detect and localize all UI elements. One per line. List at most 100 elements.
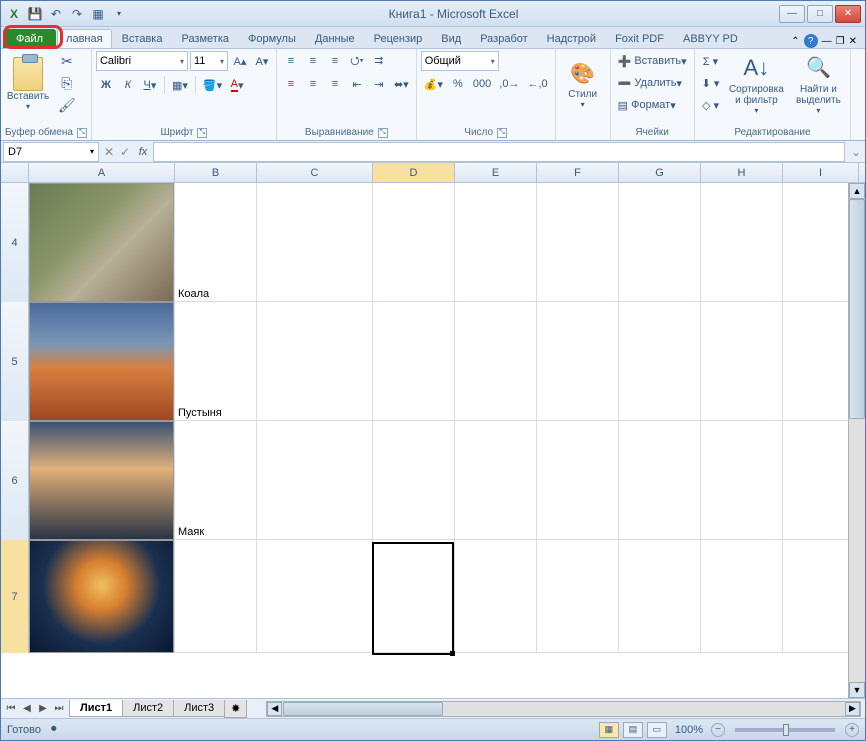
sheet-tab-3[interactable]: Лист3 [173,700,225,717]
row-header-4[interactable]: 4 [1,183,29,302]
tab-addins[interactable]: Надстрой [538,29,605,48]
close-button[interactable]: ✕ [835,5,861,23]
tab-view[interactable]: Вид [432,29,470,48]
cell-E5[interactable] [455,302,537,421]
number-launcher[interactable]: ⤡ [497,128,507,138]
scroll-right-icon[interactable]: ▶ [845,702,860,716]
cell-F7[interactable] [537,540,619,653]
cell-B6[interactable]: Маяк [175,421,257,540]
increase-decimal-button[interactable]: ,0→ [496,74,522,94]
cell-F5[interactable] [537,302,619,421]
cell-B5[interactable]: Пустыня [175,302,257,421]
view-pagebreak-button[interactable]: ▭ [647,722,667,738]
zoom-slider-thumb[interactable] [783,724,789,736]
font-size-combo[interactable]: 11▾ [190,51,228,71]
comma-button[interactable]: 000 [470,74,494,94]
paste-button[interactable]: Вставить ▾ [5,51,51,117]
view-layout-button[interactable]: ▤ [623,722,643,738]
select-all-corner[interactable] [1,163,29,183]
font-name-combo[interactable]: Calibri▾ [96,51,188,71]
cell-C5[interactable] [257,302,373,421]
tab-layout[interactable]: Разметка [172,29,238,48]
decrease-decimal-button[interactable]: ←,0 [524,74,550,94]
col-header-F[interactable]: F [537,163,619,182]
image-koala[interactable] [29,183,174,302]
cell-C4[interactable] [257,183,373,302]
workbook-restore-icon[interactable]: ❐ [836,36,845,47]
cell-C6[interactable] [257,421,373,540]
save-icon[interactable]: 💾 [26,5,44,23]
col-header-G[interactable]: G [619,163,701,182]
delete-cells-button[interactable]: ➖ Удалить ▾ [615,73,685,93]
styles-button[interactable]: 🎨 Стили ▾ [560,51,606,117]
bold-button[interactable]: Ж [96,75,116,95]
cell-B4[interactable]: Коала [175,183,257,302]
clear-button[interactable]: ◇ ▾ [699,95,723,115]
increase-font-button[interactable]: A▴ [230,51,250,71]
view-normal-button[interactable]: ▦ [599,722,619,738]
decrease-font-button[interactable]: A▾ [252,51,272,71]
row-header-5[interactable]: 5 [1,302,29,421]
cell-E4[interactable] [455,183,537,302]
decrease-indent-button[interactable]: ⇤ [347,74,367,94]
border-button[interactable]: ▦▾ [169,75,191,95]
sheet-nav-last[interactable]: ⏭ [51,701,67,717]
cell-H5[interactable] [701,302,783,421]
enter-formula-icon[interactable]: ✓ [117,144,133,160]
col-header-H[interactable]: H [701,163,783,182]
fill-color-button[interactable]: 🪣▾ [200,75,225,95]
format-cells-button[interactable]: ▤ Формат ▾ [615,95,679,115]
insert-cells-button[interactable]: ➕ Вставить ▾ [615,51,690,71]
format-painter-button[interactable]: 🖌 [55,95,79,115]
cell-G6[interactable] [619,421,701,540]
workbook-close-icon[interactable]: ✕ [849,36,857,47]
col-header-I[interactable]: I [783,163,859,182]
align-bottom-button[interactable]: ≡ [325,51,345,71]
row-header-6[interactable]: 6 [1,421,29,540]
increase-indent-button[interactable]: ⇥ [369,74,389,94]
qat-more-icon[interactable]: ▦ [89,5,107,23]
tab-home[interactable]: лавная [57,29,112,48]
sort-filter-button[interactable]: A↓ Сортировка и фильтр▾ [726,51,786,117]
percent-button[interactable]: % [448,74,468,94]
cell-H4[interactable] [701,183,783,302]
expand-fbar-icon[interactable]: ⌄ [847,144,865,160]
find-select-button[interactable]: 🔍 Найти и выделить▾ [790,51,846,117]
tab-file[interactable]: Файл [3,29,56,48]
cell-A6[interactable] [29,421,175,540]
hscroll-thumb[interactable] [283,702,443,716]
orientation-button[interactable]: ⭯▾ [347,51,367,71]
col-header-D[interactable]: D [373,163,455,182]
align-left-button[interactable]: ≡ [281,74,301,94]
cell-B7[interactable] [175,540,257,653]
cell-G7[interactable] [619,540,701,653]
col-header-A[interactable]: A [29,163,175,182]
cell-D6[interactable] [373,421,455,540]
horizontal-scrollbar[interactable]: ◀ ▶ [266,701,861,717]
scroll-down-icon[interactable]: ▼ [849,682,865,698]
col-header-E[interactable]: E [455,163,537,182]
align-launcher[interactable]: ⤡ [378,128,388,138]
sheet-tab-1[interactable]: Лист1 [69,700,123,717]
image-lighthouse[interactable] [29,421,174,540]
currency-button[interactable]: 💰▾ [421,74,446,94]
cancel-formula-icon[interactable]: ✕ [101,144,117,160]
cell-F6[interactable] [537,421,619,540]
cell-A4[interactable] [29,183,175,302]
cell-H7[interactable] [701,540,783,653]
tab-formulas[interactable]: Формулы [239,29,305,48]
underline-button[interactable]: Ч▾ [140,75,160,95]
cell-C7[interactable] [257,540,373,653]
maximize-button[interactable]: □ [807,5,833,23]
undo-icon[interactable]: ↶ [47,5,65,23]
font-launcher[interactable]: ⤡ [197,128,207,138]
redo-icon[interactable]: ↷ [68,5,86,23]
cell-D5[interactable] [373,302,455,421]
italic-button[interactable]: К [118,75,138,95]
number-format-combo[interactable]: Общий▾ [421,51,499,71]
sheet-tab-2[interactable]: Лист2 [122,700,174,717]
clipboard-launcher[interactable]: ⤡ [77,128,87,138]
grid-body[interactable]: 4Коала5Пустыня6Маяк7 [1,183,865,698]
align-center-button[interactable]: ≡ [303,74,323,94]
fx-button[interactable]: fx [133,146,153,158]
